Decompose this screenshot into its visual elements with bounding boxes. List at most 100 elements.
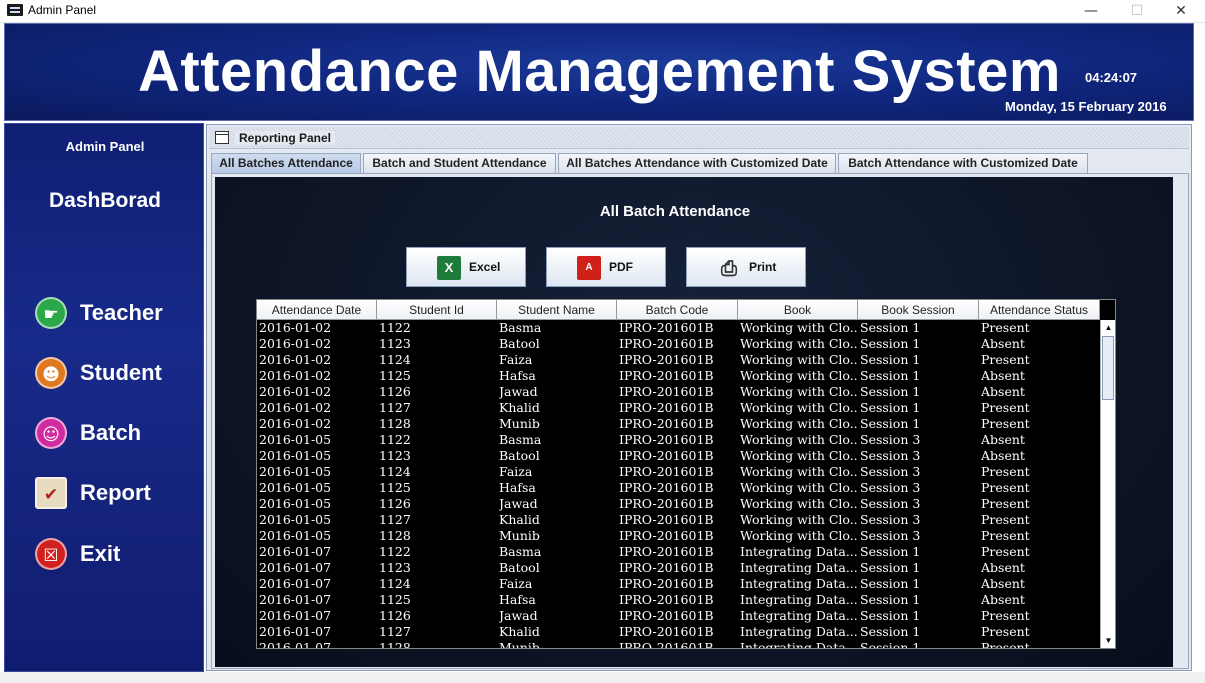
table-cell: 1122 [379,544,411,559]
table-cell: 2016-01-05 [259,432,332,447]
column-header[interactable]: Batch Code [617,300,738,320]
table-cell: Working with Clo... [740,368,857,383]
table-cell: Faiza [499,352,533,367]
sidebar-item-label: Student [80,360,162,385]
table-row[interactable]: 2016-01-07 1122 Basma IPRO-201601B Integrati… [257,544,1100,560]
table-cell: 2016-01-07 [259,544,332,559]
sidebar-admin-label: Admin Panel [65,139,145,154]
scroll-up-icon[interactable]: ▲ [1101,320,1116,335]
table-cell: Present [981,400,1030,415]
tab-all-batches-attendance[interactable]: All Batches Attendance [211,153,361,173]
pdf-button[interactable]: A PDF [546,247,666,287]
table-cell: Session 3 [860,496,921,511]
window-icon [215,131,229,144]
scroll-thumb[interactable] [1102,336,1114,400]
table-row[interactable]: 2016-01-05 1126 Jawad IPRO-201601B Working w… [257,496,1100,512]
table-cell: IPRO-201601B [619,544,714,559]
table-cell: Working with Clo... [740,464,857,479]
table-cell: Working with Clo... [740,384,857,399]
table-row[interactable]: 2016-01-07 1128 Munib IPRO-201601B Integrati… [257,640,1100,648]
table-row[interactable]: 2016-01-07 1124 Faiza IPRO-201601B Integrati… [257,576,1100,592]
table-cell: Present [981,464,1030,479]
table-cell: 1125 [379,592,411,607]
table-cell: 2016-01-07 [259,624,332,639]
dashboard-link[interactable]: DashBorad [5,189,205,213]
column-header[interactable]: Student Id [377,300,497,320]
table-cell: Integrating Data... [740,560,857,575]
sidebar-item-report[interactable]: ✔ Report [35,474,200,514]
table-row[interactable]: 2016-01-05 1123 Batool IPRO-201601B Working … [257,448,1100,464]
table-row[interactable]: 2016-01-05 1122 Basma IPRO-201601B Working w… [257,432,1100,448]
table-cell: Working with Clo... [740,512,857,527]
table-row[interactable]: 2016-01-02 1122 Basma IPRO-201601B Working w… [257,320,1100,336]
table-row[interactable]: 2016-01-02 1127 Khalid IPRO-201601B Working … [257,400,1100,416]
table-cell: Basma [499,320,542,335]
table-row[interactable]: 2016-01-05 1128 Munib IPRO-201601B Working w… [257,528,1100,544]
table-cell: Session 3 [860,464,921,479]
tab-batch-and-student-attendance[interactable]: Batch and Student Attendance [363,153,556,173]
sidebar-item-student[interactable]: ☻ Student [35,354,200,394]
table-row[interactable]: 2016-01-05 1124 Faiza IPRO-201601B Working w… [257,464,1100,480]
table-scrollbar[interactable]: ▲ ▼ [1100,320,1115,648]
scroll-down-icon[interactable]: ▼ [1101,633,1116,648]
table-row[interactable]: 2016-01-02 1128 Munib IPRO-201601B Working w… [257,416,1100,432]
table-cell: Present [981,480,1030,495]
table-cell: IPRO-201601B [619,480,714,495]
table-cell: IPRO-201601B [619,496,714,511]
table-row[interactable]: 2016-01-02 1126 Jawad IPRO-201601B Working w… [257,384,1100,400]
table-header: Attendance Date Student Id Student Name Bat… [257,300,1100,320]
table-cell: Integrating Data... [740,640,857,648]
table-cell: 2016-01-02 [259,336,332,351]
column-header[interactable]: Book [738,300,858,320]
table-cell: 1125 [379,480,411,495]
maximize-button[interactable]: ☐ [1114,0,1160,23]
table-cell: IPRO-201601B [619,608,714,623]
sidebar-item-teacher[interactable]: ☛ Teacher [35,294,200,334]
table-cell: Working with Clo... [740,336,857,351]
table-row[interactable]: 2016-01-02 1125 Hafsa IPRO-201601B Working w… [257,368,1100,384]
table-cell: IPRO-201601B [619,592,714,607]
pdf-icon: A [577,256,601,280]
report-content: All Batch Attendance X Excel A PDF ⎙ Pri… [215,177,1173,667]
tab-batch-customized-date[interactable]: Batch Attendance with Customized Date [838,153,1088,173]
column-header[interactable]: Book Session [858,300,979,320]
sidebar-item-exit[interactable]: ☒ Exit [35,535,200,575]
table-cell: IPRO-201601B [619,464,714,479]
tab-all-batches-customized-date[interactable]: All Batches Attendance with Customized D… [558,153,836,173]
table-cell: Session 1 [860,368,921,383]
panel-title: Reporting Panel [235,131,336,145]
sidebar-item-label: Teacher [80,300,163,325]
table-row[interactable]: 2016-01-02 1124 Faiza IPRO-201601B Working w… [257,352,1100,368]
sidebar-item-label: Report [80,480,151,505]
column-header[interactable]: Attendance Date [257,300,377,320]
table-cell: Basma [499,544,542,559]
excel-icon: X [437,256,461,280]
table-row[interactable]: 2016-01-07 1125 Hafsa IPRO-201601B Integrati… [257,592,1100,608]
table-cell: Session 1 [860,352,921,367]
excel-button[interactable]: X Excel [406,247,526,287]
table-cell: 2016-01-05 [259,464,332,479]
table-cell: Absent [981,336,1025,351]
table-cell: Absent [981,592,1025,607]
column-header[interactable]: Student Name [497,300,617,320]
sidebar-item-batch[interactable]: ☺ Batch [35,414,200,454]
table-row[interactable]: 2016-01-07 1127 Khalid IPRO-201601B Integrat… [257,624,1100,640]
table-cell: Present [981,352,1030,367]
table-row[interactable]: 2016-01-07 1126 Jawad IPRO-201601B Integrati… [257,608,1100,624]
table-cell: IPRO-201601B [619,400,714,415]
table-cell: Munib [499,640,540,648]
table-row[interactable]: 2016-01-02 1123 Batool IPRO-201601B Working … [257,336,1100,352]
close-button[interactable]: ✕ [1158,0,1204,23]
table-cell: Batool [499,336,540,351]
table-cell: Batool [499,448,540,463]
table-row[interactable]: 2016-01-07 1123 Batool IPRO-201601B Integrat… [257,560,1100,576]
table-row[interactable]: 2016-01-05 1127 Khalid IPRO-201601B Working … [257,512,1100,528]
table-row[interactable]: 2016-01-05 1125 Hafsa IPRO-201601B Working w… [257,480,1100,496]
table-cell: Absent [981,384,1025,399]
table-cell: IPRO-201601B [619,560,714,575]
report-icon: ✔ [35,477,67,509]
table-cell: Session 3 [860,432,921,447]
print-button[interactable]: ⎙ Print [686,247,806,287]
minimize-button[interactable]: — [1068,0,1114,23]
column-header[interactable]: Attendance Status [979,300,1100,320]
